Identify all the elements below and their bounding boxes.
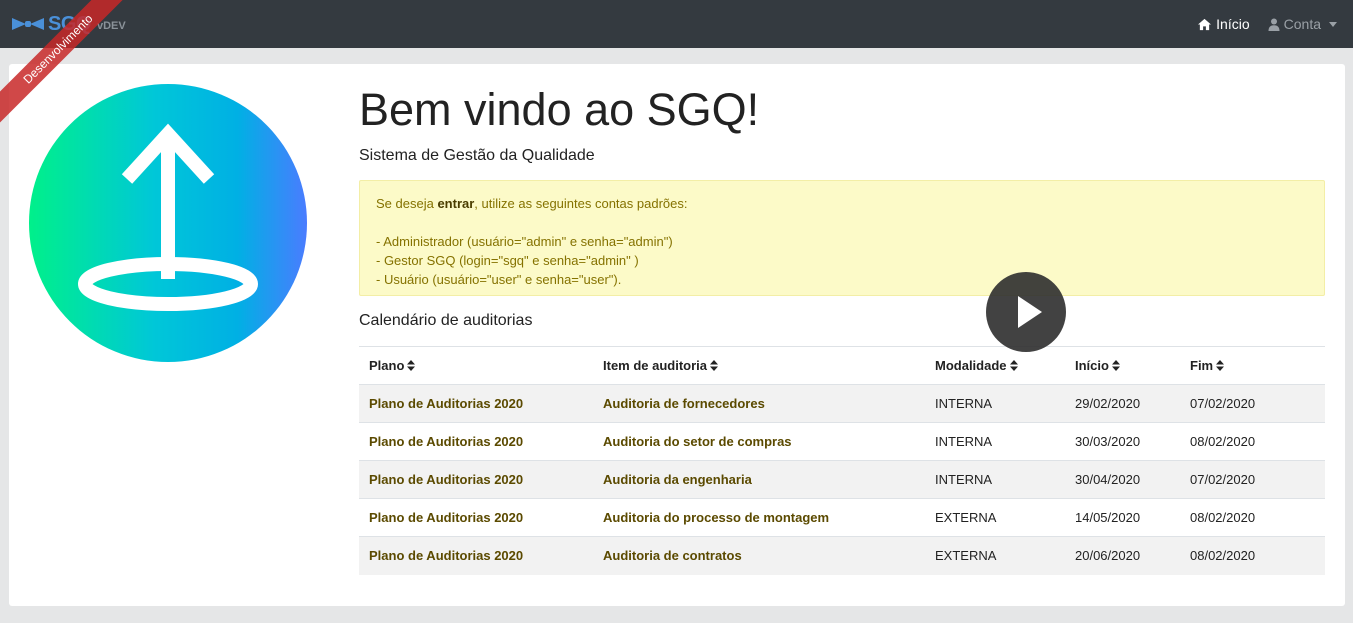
column-header-inicio[interactable]: Início bbox=[1065, 346, 1180, 385]
alert-intro: Se deseja entrar, utilize as seguintes c… bbox=[376, 194, 1308, 213]
cell-inicio: 30/04/2020 bbox=[1065, 460, 1180, 499]
cell-modalidade: EXTERNA bbox=[925, 498, 1065, 537]
cell-fim: 08/02/2020 bbox=[1180, 422, 1325, 461]
nav-account-dropdown[interactable]: Conta bbox=[1268, 16, 1337, 32]
cell-fim: 07/02/2020 bbox=[1180, 460, 1325, 499]
alert-intro-text-end: , utilize as seguintes contas padrões: bbox=[474, 196, 688, 211]
login-info-alert: Se deseja entrar, utilize as seguintes c… bbox=[359, 180, 1325, 296]
nav-home-label: Início bbox=[1216, 16, 1250, 32]
audit-calendar-table: Plano Item de auditoria Modalidade Iníci… bbox=[359, 346, 1325, 575]
play-icon bbox=[1018, 296, 1042, 328]
cell-item[interactable]: Auditoria da engenharia bbox=[593, 460, 925, 499]
bowtie-logo-icon bbox=[12, 18, 44, 30]
sort-icon bbox=[1009, 360, 1018, 371]
top-navbar: SGQ vDEV Início Conta bbox=[0, 0, 1353, 48]
audit-item-link[interactable]: Auditoria de fornecedores bbox=[603, 396, 765, 411]
table-row: Plano de Auditorias 2020 Auditoria de fo… bbox=[359, 384, 1325, 423]
cell-item[interactable]: Auditoria do setor de compras bbox=[593, 422, 925, 461]
brand[interactable]: SGQ vDEV bbox=[10, 10, 126, 38]
alert-line-user: - Usuário (usuário="user" e senha="user"… bbox=[376, 272, 622, 287]
column-header-label: Item de auditoria bbox=[603, 358, 708, 373]
nav-account-label: Conta bbox=[1283, 16, 1321, 32]
brand-version: vDEV bbox=[96, 19, 126, 32]
alert-intro-text: Se deseja bbox=[376, 196, 438, 211]
cell-inicio: 14/05/2020 bbox=[1065, 498, 1180, 537]
cell-item[interactable]: Auditoria do processo de montagem bbox=[593, 498, 925, 537]
video-play-button[interactable] bbox=[986, 272, 1066, 352]
plan-link[interactable]: Plano de Auditorias 2020 bbox=[369, 510, 523, 525]
user-icon bbox=[1268, 18, 1280, 31]
cell-plano[interactable]: Plano de Auditorias 2020 bbox=[359, 498, 593, 537]
column-header-fim[interactable]: Fim bbox=[1180, 346, 1325, 385]
cell-modalidade: EXTERNA bbox=[925, 536, 1065, 575]
cell-plano[interactable]: Plano de Auditorias 2020 bbox=[359, 422, 593, 461]
page-title: Bem vindo ao SGQ! bbox=[359, 84, 760, 135]
alert-line-admin: - Administrador (usuário="admin" e senha… bbox=[376, 234, 673, 249]
cell-inicio: 29/02/2020 bbox=[1065, 384, 1180, 423]
column-header-plano[interactable]: Plano bbox=[359, 346, 593, 385]
table-row: Plano de Auditorias 2020 Auditoria do se… bbox=[359, 422, 1325, 461]
table-row: Plano de Auditorias 2020 Auditoria de co… bbox=[359, 536, 1325, 575]
home-icon bbox=[1198, 18, 1212, 30]
plan-link[interactable]: Plano de Auditorias 2020 bbox=[369, 548, 523, 563]
cell-item[interactable]: Auditoria de contratos bbox=[593, 536, 925, 575]
column-header-label: Fim bbox=[1190, 358, 1214, 373]
audit-item-link[interactable]: Auditoria do processo de montagem bbox=[603, 510, 829, 525]
cell-plano[interactable]: Plano de Auditorias 2020 bbox=[359, 384, 593, 423]
table-header-row: Plano Item de auditoria Modalidade Iníci… bbox=[359, 346, 1325, 385]
brand-text: SGQ bbox=[48, 12, 91, 35]
plan-link[interactable]: Plano de Auditorias 2020 bbox=[369, 396, 523, 411]
page-subtitle: Sistema de Gestão da Qualidade bbox=[359, 147, 595, 164]
nav-home-link[interactable]: Início bbox=[1197, 16, 1250, 32]
cell-fim: 08/02/2020 bbox=[1180, 498, 1325, 537]
sort-icon bbox=[710, 360, 719, 371]
cell-modalidade: INTERNA bbox=[925, 422, 1065, 461]
plan-link[interactable]: Plano de Auditorias 2020 bbox=[369, 472, 523, 487]
plan-link[interactable]: Plano de Auditorias 2020 bbox=[369, 434, 523, 449]
main-card: Bem vindo ao SGQ! Sistema de Gestão da Q… bbox=[9, 64, 1345, 606]
column-header-label: Plano bbox=[369, 358, 405, 373]
column-header-modalidade[interactable]: Modalidade bbox=[925, 346, 1065, 385]
cell-inicio: 30/03/2020 bbox=[1065, 422, 1180, 461]
alert-line-gestor: - Gestor SGQ (login="sgq" e senha="admin… bbox=[376, 253, 639, 268]
column-header-label: Início bbox=[1075, 358, 1109, 373]
chevron-down-icon bbox=[1329, 21, 1337, 27]
cell-modalidade: INTERNA bbox=[925, 384, 1065, 423]
audit-item-link[interactable]: Auditoria do setor de compras bbox=[603, 434, 792, 449]
audit-item-link[interactable]: Auditoria de contratos bbox=[603, 548, 742, 563]
cell-modalidade: INTERNA bbox=[925, 460, 1065, 499]
cell-fim: 08/02/2020 bbox=[1180, 536, 1325, 575]
column-header-item[interactable]: Item de auditoria bbox=[593, 346, 925, 385]
cell-inicio: 20/06/2020 bbox=[1065, 536, 1180, 575]
cell-item[interactable]: Auditoria de fornecedores bbox=[593, 384, 925, 423]
alert-intro-bold: entrar bbox=[437, 196, 475, 211]
sort-icon bbox=[1111, 360, 1120, 371]
cell-fim: 07/02/2020 bbox=[1180, 384, 1325, 423]
cell-plano[interactable]: Plano de Auditorias 2020 bbox=[359, 460, 593, 499]
cell-plano[interactable]: Plano de Auditorias 2020 bbox=[359, 536, 593, 575]
sort-icon bbox=[1216, 360, 1225, 371]
calendar-title: Calendário de auditorias bbox=[359, 312, 533, 329]
column-header-label: Modalidade bbox=[935, 358, 1007, 373]
table-row: Plano de Auditorias 2020 Auditoria do pr… bbox=[359, 498, 1325, 537]
sort-icon bbox=[407, 360, 416, 371]
audit-item-link[interactable]: Auditoria da engenharia bbox=[603, 472, 752, 487]
table-row: Plano de Auditorias 2020 Auditoria da en… bbox=[359, 460, 1325, 499]
upload-arrow-logo-icon bbox=[29, 84, 307, 362]
